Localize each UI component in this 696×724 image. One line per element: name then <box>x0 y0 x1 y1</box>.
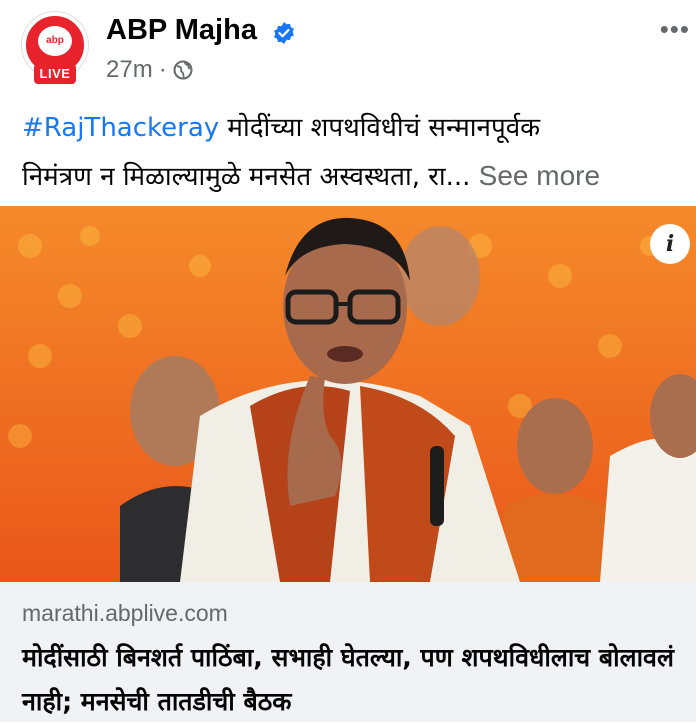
page-avatar[interactable]: abp LIVE <box>22 12 88 84</box>
link-preview[interactable]: marathi.abplive.com मोदींसाठी बिनशर्त पा… <box>0 582 696 722</box>
meta-separator: · <box>158 56 167 83</box>
link-domain: marathi.abplive.com <box>22 600 228 626</box>
caption-line-1: मोदींच्या शपथविधीचं सन्मानपूर्वक <box>219 113 541 143</box>
post-caption: #RajThackeray मोदींच्या शपथविधीचं सन्मान… <box>22 104 692 201</box>
link-title[interactable]: मोदींसाठी बिनशर्त पाठिंबा, सभाही घेतल्या… <box>22 636 682 724</box>
info-icon[interactable]: i <box>650 224 690 264</box>
verified-badge-icon <box>274 22 294 44</box>
photo-illustration <box>0 206 696 582</box>
more-horizontal-icon[interactable]: ••• <box>660 14 690 45</box>
hashtag-link[interactable]: #RajThackeray <box>22 113 219 143</box>
post-time[interactable]: 27m <box>106 56 153 84</box>
abp-logo-text: abp <box>46 35 64 46</box>
page-name[interactable]: ABP Majha <box>106 14 257 47</box>
globe-icon <box>173 60 193 80</box>
post-meta: 27m · <box>106 56 193 84</box>
see-more-link[interactable]: See more <box>479 160 600 191</box>
post-photo[interactable]: i <box>0 206 696 582</box>
post-header: abp LIVE ABP Majha 27m · ••• <box>0 0 696 100</box>
live-badge: LIVE <box>34 64 76 84</box>
caption-line-2: निमंत्रण न मिळाल्यामुळे मनसेत अस्वस्थता,… <box>22 162 471 192</box>
